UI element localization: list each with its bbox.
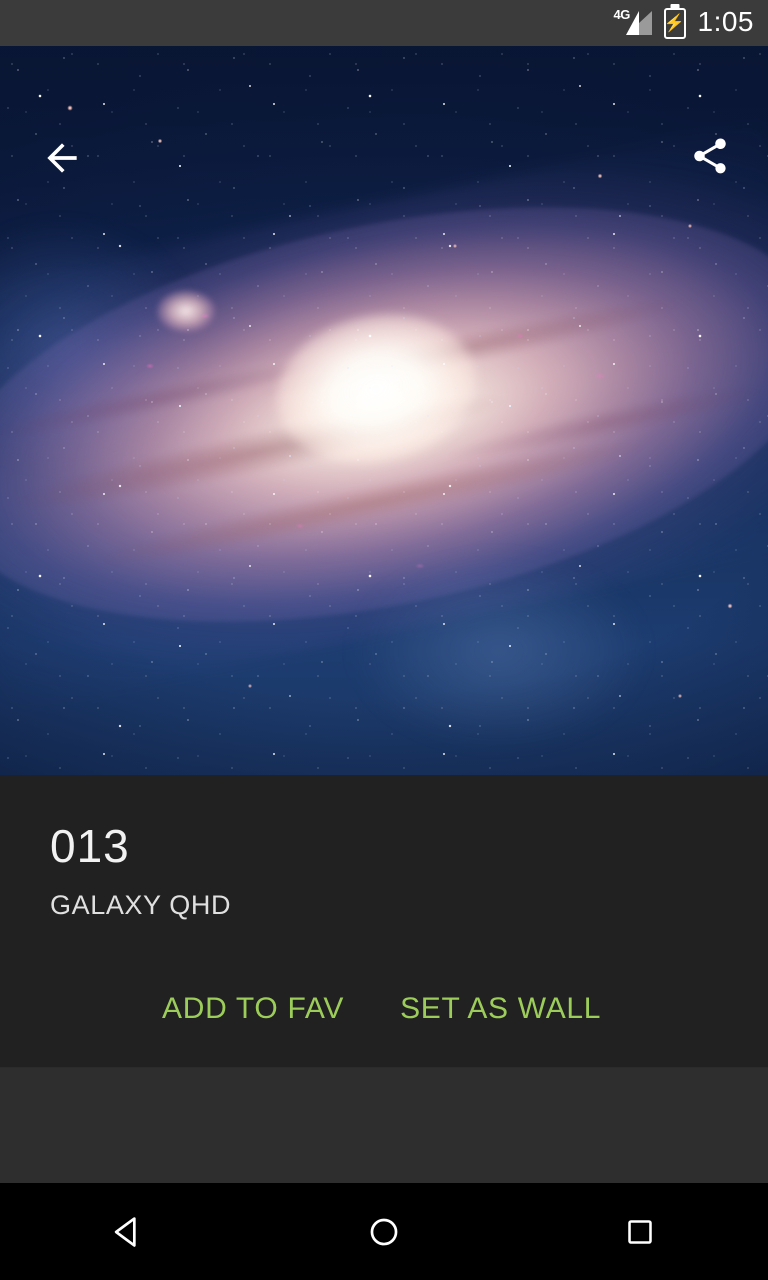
wallpaper-detail-screen: 4G ⚡ 1:05 013 GALAXY QHD ADD TO FAV SET … <box>0 0 768 1280</box>
wallpaper-preview-image[interactable] <box>0 46 768 775</box>
page-background-area <box>0 1069 768 1183</box>
add-to-fav-button[interactable]: ADD TO FAV <box>160 990 346 1028</box>
action-button-row: ADD TO FAV SET AS WALL <box>0 990 768 1028</box>
back-button[interactable] <box>30 126 94 190</box>
nav-back-button[interactable] <box>58 1183 198 1280</box>
arrow-back-icon <box>47 143 77 173</box>
nav-recents-button[interactable] <box>570 1183 710 1280</box>
status-bar: 4G ⚡ 1:05 <box>0 0 768 46</box>
share-icon <box>694 138 726 174</box>
wallpaper-subtitle: GALAXY QHD <box>50 890 232 920</box>
set-as-wall-button[interactable]: SET AS WALL <box>398 990 603 1028</box>
battery-charging-icon: ⚡ <box>663 7 686 39</box>
back-triangle-icon <box>114 1216 136 1247</box>
share-button[interactable] <box>678 124 742 188</box>
status-bar-clock: 1:05 <box>697 6 754 37</box>
home-circle-icon <box>370 1218 398 1245</box>
bottom-glow <box>353 556 646 746</box>
wallpaper-info-panel: 013 GALAXY QHD ADD TO FAV SET AS WALL <box>0 775 768 1068</box>
nav-home-button[interactable] <box>314 1183 454 1280</box>
network-type-label: 4G <box>613 7 631 22</box>
recents-square-icon <box>628 1219 652 1244</box>
signal-4g-icon: 4G <box>613 7 652 37</box>
wallpaper-title: 013 <box>50 820 130 872</box>
android-navigation-bar <box>0 1183 768 1280</box>
